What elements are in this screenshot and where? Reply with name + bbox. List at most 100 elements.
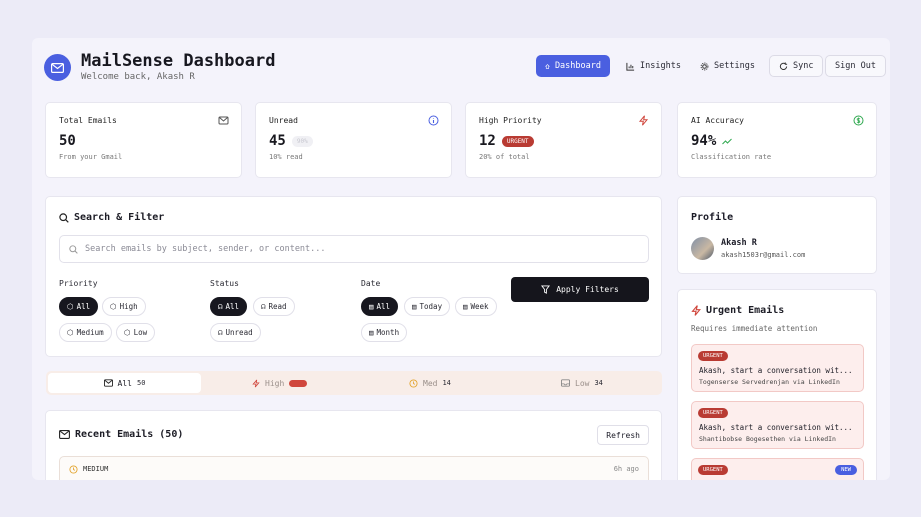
apply-filters-button[interactable]: Apply Filters	[511, 277, 649, 302]
avatar	[691, 237, 714, 260]
unread-percent-badge: 90%	[291, 135, 313, 147]
stat-value: 12	[479, 133, 496, 149]
priority-label: Priority	[59, 279, 98, 288]
user-icon: ☊	[218, 328, 223, 337]
settings-nav-button[interactable]: Settings	[691, 55, 764, 77]
page-title: MailSense Dashboard	[81, 51, 276, 71]
home-icon	[545, 63, 550, 69]
search-input[interactable]: Search emails by subject, sender, or con…	[59, 235, 649, 263]
recent-emails-card: Recent Emails (50) Refresh MEDIUM 6h ago	[45, 410, 662, 480]
tab-low[interactable]: Low 34	[561, 373, 603, 393]
lightning-icon	[638, 115, 649, 126]
date-chip-today[interactable]: ▤ Today	[404, 297, 451, 316]
calendar-icon: ▤	[369, 328, 374, 337]
search-filter-heading: Search & Filter	[59, 212, 164, 223]
stat-value: 94%	[691, 133, 717, 149]
tab-count: 50	[137, 379, 146, 387]
sync-button[interactable]: Sync	[769, 55, 824, 77]
tag-icon: ⬡	[67, 328, 74, 337]
urgent-email-sender: Togenserse Servedrenjan via LinkedIn	[699, 378, 840, 386]
stat-value: 50	[59, 133, 76, 149]
profile-name: Akash R	[721, 238, 757, 248]
high-priority-card: High Priority 12 URGENT 20% of total	[465, 102, 662, 178]
urgent-email-subject: Akash, start a conversation wit...	[699, 423, 853, 432]
info-icon	[428, 115, 439, 126]
urgent-emails-title: Urgent Emails	[706, 305, 785, 316]
bar-chart-icon	[626, 62, 635, 71]
priority-chip-high[interactable]: ⬡ High	[102, 297, 146, 316]
settings-nav-label: Settings	[714, 61, 755, 71]
date-chip-all[interactable]: ▤ All	[361, 297, 399, 316]
urgent-badge: URGENT	[698, 351, 728, 361]
stat-note: Classification rate	[691, 153, 772, 161]
status-chip-all[interactable]: ☊ All	[210, 297, 248, 316]
inbox-icon	[561, 379, 570, 387]
sign-out-label: Sign Out	[835, 61, 876, 71]
tab-medium[interactable]: Med 14	[409, 373, 451, 393]
mail-icon	[59, 430, 70, 439]
calendar-icon: ▤	[369, 302, 374, 311]
search-filter-title: Search & Filter	[74, 212, 165, 223]
new-badge: NEW	[835, 465, 857, 475]
date-chip-week[interactable]: ▤ Week	[455, 297, 497, 316]
stat-label: Unread	[269, 116, 298, 125]
insights-nav-label: Insights	[640, 61, 681, 71]
stat-label: Total Emails	[59, 116, 117, 125]
urgent-email-sender: Shantibobse Bogesethen via LinkedIn	[699, 435, 836, 443]
user-icon: ☊	[218, 302, 223, 311]
lightning-icon	[252, 379, 260, 387]
search-placeholder: Search emails by subject, sender, or con…	[85, 244, 326, 254]
status-chip-unread[interactable]: ☊ Unread	[210, 323, 261, 342]
profile-title: Profile	[691, 212, 734, 223]
urgent-email-item[interactable]: URGENT Akash, start a conversation wit..…	[691, 344, 864, 392]
profile-card: Profile Akash R akash1503r@gmail.com	[677, 196, 877, 274]
mail-icon	[103, 379, 113, 387]
urgent-email-item[interactable]: URGENT NEW	[691, 458, 864, 480]
urgent-email-item[interactable]: URGENT Akash, start a conversation wit..…	[691, 401, 864, 449]
tab-count: 12	[289, 379, 307, 387]
tag-icon: ⬡	[124, 328, 131, 337]
dashboard-nav-button[interactable]: Dashboard	[536, 55, 610, 77]
welcome-text: Welcome back, Akash R	[81, 72, 195, 82]
refresh-button[interactable]: Refresh	[597, 425, 649, 445]
stat-note: 10% read	[269, 153, 303, 161]
tab-count: 34	[594, 379, 603, 387]
search-icon	[59, 212, 69, 223]
tag-icon: ⬡	[67, 302, 74, 311]
status-label: Status	[210, 279, 239, 288]
tab-all[interactable]: All 50	[48, 373, 201, 393]
profile-email: akash1503r@gmail.com	[721, 251, 806, 259]
email-list-item[interactable]: MEDIUM 6h ago	[59, 456, 649, 480]
priority-chip-all[interactable]: ⬡ All	[59, 297, 99, 316]
dashboard-nav-label: Dashboard	[554, 61, 601, 71]
app-frame: MailSense Dashboard Welcome back, Akash …	[32, 38, 890, 480]
status-chip-read[interactable]: ☊ Read	[253, 297, 295, 316]
urgent-emails-card: Urgent Emails Requires immediate attenti…	[677, 289, 877, 480]
urgent-badge: URGENT	[501, 135, 534, 147]
stat-note: 20% of total	[479, 153, 530, 161]
clock-icon	[69, 465, 78, 474]
priority-chip-medium[interactable]: ⬡ Medium	[59, 323, 112, 342]
apply-filters-label: Apply Filters	[556, 285, 619, 294]
search-icon	[69, 244, 78, 254]
filter-icon	[541, 285, 551, 294]
stat-note: From your Gmail	[59, 153, 123, 161]
priority-tabs: All 50 High 12 Med 14 Low 34	[46, 371, 662, 395]
date-chip-month[interactable]: ▤ Month	[361, 323, 408, 342]
sign-out-button[interactable]: Sign Out	[825, 55, 886, 77]
tab-count: 14	[442, 379, 451, 387]
tab-high[interactable]: High 12	[252, 373, 307, 393]
priority-chip-low[interactable]: ⬡ Low	[116, 323, 156, 342]
email-timestamp: 6h ago	[613, 465, 639, 473]
urgent-badge: URGENT	[698, 465, 728, 475]
unread-card: Unread 45 90% 10% read	[255, 102, 452, 178]
clock-icon	[409, 378, 418, 388]
tag-icon: ⬡	[110, 302, 117, 311]
stat-label: High Priority	[479, 116, 542, 125]
urgent-emails-heading: Urgent Emails	[691, 305, 784, 316]
ai-accuracy-card: AI Accuracy 94% Classification rate	[677, 102, 877, 178]
calendar-icon: ▤	[463, 302, 468, 311]
insights-nav-button[interactable]: Insights	[617, 55, 690, 77]
stat-value: 45	[269, 133, 286, 149]
date-label: Date	[361, 279, 381, 288]
